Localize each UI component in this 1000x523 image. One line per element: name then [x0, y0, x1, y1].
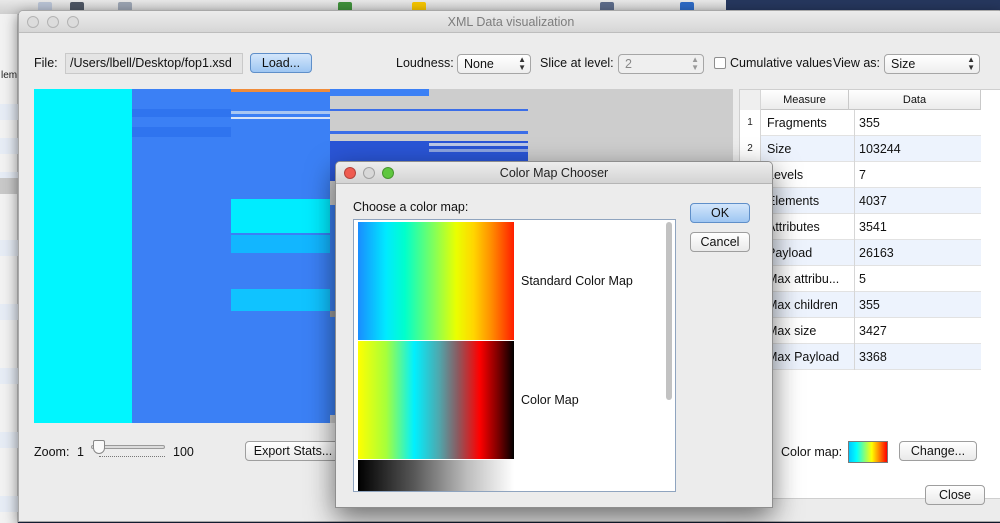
measure-cell: Max Payload	[767, 350, 840, 364]
zoom-slider-ticks	[99, 456, 165, 460]
updown-arrows-icon: ▲ ▼	[691, 55, 699, 72]
data-cell: 355	[854, 292, 974, 318]
color-map-label: Color map:	[781, 445, 843, 459]
measure-cell: Max children	[767, 298, 838, 312]
updown-arrows-icon: ▲ ▼	[518, 55, 526, 72]
window-titlebar: XML Data visualization	[19, 11, 1000, 33]
background-sidebar: lem	[0, 14, 18, 523]
cancel-button[interactable]: Cancel	[690, 232, 750, 252]
zoom-max-label: 100	[173, 445, 194, 459]
data-cell: 3541	[854, 214, 974, 240]
export-stats-button[interactable]: Export Stats...	[245, 441, 341, 461]
color-map-label: Standard Color Map	[521, 274, 633, 288]
minimize-window-button[interactable]	[47, 16, 59, 28]
data-cell: 3368	[854, 344, 974, 370]
view-as-value: Size	[891, 57, 916, 71]
data-cell: 26163	[854, 240, 974, 266]
table-row[interactable]: Levels 7	[740, 162, 981, 188]
table-row[interactable]: 1 Fragments 355	[740, 110, 981, 136]
column-header-data[interactable]: Data	[849, 90, 981, 110]
file-label: File:	[34, 56, 58, 70]
measure-cell: Max size	[767, 324, 817, 338]
data-cell: 3427	[854, 318, 974, 344]
measure-cell: Max attribu...	[767, 272, 840, 286]
measure-cell: Fragments	[767, 116, 827, 130]
color-map-chooser-dialog: Color Map Chooser Choose a color map: St…	[335, 161, 773, 508]
table-row[interactable]: Max attribu... 5	[740, 266, 981, 292]
window-title: XML Data visualization	[447, 15, 575, 29]
dialog-titlebar: Color Map Chooser	[336, 162, 772, 184]
close-window-button[interactable]	[27, 16, 39, 28]
close-button[interactable]: Close	[925, 485, 985, 505]
change-color-map-button[interactable]: Change...	[899, 441, 977, 461]
load-button[interactable]: Load...	[250, 53, 312, 73]
dialog-title: Color Map Chooser	[499, 166, 609, 180]
dialog-prompt: Choose a color map:	[353, 200, 469, 214]
loudness-value: None	[464, 57, 494, 71]
zoom-label: Zoom:	[34, 445, 70, 459]
table-header: Measure Data	[761, 90, 981, 110]
standard-color-map-swatch	[358, 222, 514, 340]
color-map-label: Color Map	[521, 393, 579, 407]
slice-value: 2	[625, 57, 632, 71]
column-header-measure[interactable]: Measure	[761, 90, 849, 110]
stats-table: Measure Data 1 Fragments 355 2 Size 1032…	[739, 89, 1000, 499]
row-number: 1	[740, 110, 761, 136]
color-map-swatch	[848, 441, 888, 463]
zoom-window-button[interactable]	[67, 16, 79, 28]
view-as-label: View as:	[833, 56, 881, 70]
measure-cell: Elements	[767, 194, 820, 208]
table-row[interactable]: 0 Max Payload 3368	[740, 344, 981, 370]
zoom-min-label: 1	[77, 445, 84, 459]
row-number: 2	[740, 136, 761, 162]
dialog-zoom-button[interactable]	[382, 167, 394, 179]
table-row[interactable]: Max children 355	[740, 292, 981, 318]
color-map-swatch	[358, 341, 514, 459]
color-map-option[interactable]: Standard Color Map	[354, 222, 664, 342]
view-as-select[interactable]: Size ▲ ▼	[884, 54, 980, 74]
data-cell: 5	[854, 266, 974, 292]
table-row[interactable]: Elements 4037	[740, 188, 981, 214]
grayscale-color-map-swatch	[358, 460, 514, 491]
updown-arrows-icon: ▲ ▼	[967, 55, 975, 72]
data-cell: 7	[854, 162, 974, 188]
table-row[interactable]: Max size 3427	[740, 318, 981, 344]
data-cell: 103244	[854, 136, 974, 162]
measure-cell: Payload	[767, 246, 813, 260]
cumulative-checkbox[interactable]	[714, 57, 726, 69]
measure-cell: Size	[767, 142, 792, 156]
background-label: lem	[1, 70, 18, 81]
file-path-field[interactable]: /Users/lbell/Desktop/fop1.xsd	[65, 53, 243, 74]
zoom-slider-handle[interactable]	[93, 440, 105, 454]
loudness-label: Loudness:	[396, 56, 454, 70]
measure-cell: Attributes	[767, 220, 820, 234]
table-row[interactable]: 2 Size 103244	[740, 136, 981, 162]
table-row[interactable]: Payload 26163	[740, 240, 981, 266]
cumulative-label: Cumulative values	[730, 56, 833, 70]
slice-label: Slice at level:	[540, 56, 614, 70]
data-cell: 355	[854, 110, 974, 136]
color-map-option[interactable]	[354, 460, 664, 491]
color-map-list[interactable]: Standard Color Map Color Map	[353, 219, 676, 492]
measure-cell: Levels	[767, 168, 804, 182]
loudness-select[interactable]: None ▲ ▼	[457, 54, 531, 74]
dialog-minimize-button[interactable]	[363, 167, 375, 179]
data-cell: 4037	[854, 188, 974, 214]
ok-button[interactable]: OK	[690, 203, 750, 223]
slice-level-select[interactable]: 2 ▲ ▼	[618, 54, 704, 74]
table-row[interactable]: Attributes 3541	[740, 214, 981, 240]
color-map-option[interactable]: Color Map	[354, 341, 664, 461]
list-scrollbar[interactable]	[666, 222, 672, 400]
dialog-close-button[interactable]	[344, 167, 356, 179]
